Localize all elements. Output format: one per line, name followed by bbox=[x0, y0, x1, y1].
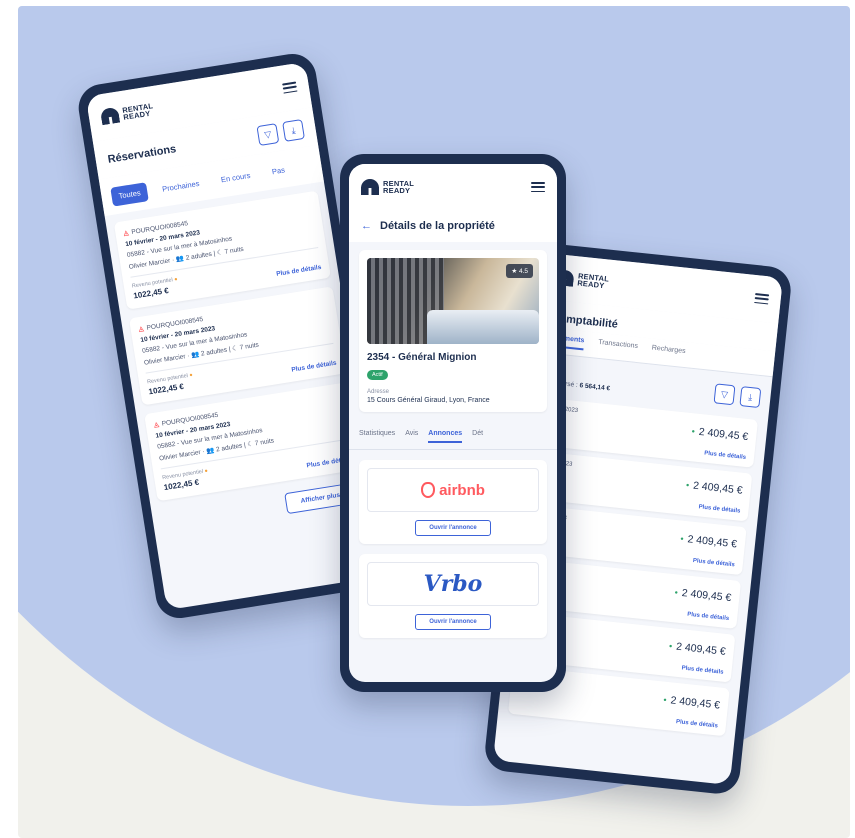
details-link[interactable]: Plus de détails bbox=[291, 360, 337, 374]
info-dot-icon: ● bbox=[173, 276, 179, 283]
tab-transactions[interactable]: Transactions bbox=[597, 339, 638, 356]
app-header: RENTAL READY bbox=[349, 164, 557, 210]
logo-line2: READY bbox=[576, 278, 605, 291]
back-arrow-icon[interactable]: ← bbox=[361, 220, 372, 232]
download-icon[interactable]: ⤓ bbox=[282, 119, 305, 142]
guests-icon: 👥 bbox=[175, 255, 185, 264]
total-paid-value: 6 564,14 € bbox=[579, 382, 611, 393]
filter-icon[interactable]: ▽ bbox=[713, 383, 736, 406]
open-listing-button[interactable]: Ouvrir l'annonce bbox=[415, 520, 491, 536]
listing-card-airbnb: airbnb Ouvrir l'annonce bbox=[359, 460, 547, 544]
details-link[interactable]: Plus de détails bbox=[698, 504, 740, 514]
nights-count: 7 nuits bbox=[239, 341, 260, 352]
airbnb-icon: ◬ bbox=[123, 229, 130, 238]
moon-icon: ☾ bbox=[231, 344, 239, 353]
details-link[interactable]: Plus de détails bbox=[687, 612, 729, 622]
tab-ongoing[interactable]: En cours bbox=[213, 165, 259, 191]
logo-line2: READY bbox=[383, 186, 411, 195]
phone-property: RENTAL READY ← Détails de la propriété ★ … bbox=[340, 154, 566, 692]
moon-icon: ☾ bbox=[216, 249, 224, 257]
menu-icon[interactable] bbox=[531, 182, 545, 192]
airbnb-icon bbox=[421, 482, 436, 498]
guest-name: Olivier Marcier bbox=[143, 353, 187, 367]
brand-logo[interactable]: RENTAL READY bbox=[100, 100, 160, 125]
logo-mark-icon bbox=[100, 107, 120, 126]
property-heading-row: ← Détails de la propriété bbox=[349, 210, 557, 242]
tab-past[interactable]: Pas bbox=[264, 159, 294, 182]
vrbo-logo: Vrbo bbox=[423, 571, 483, 597]
property-name: 2354 - Général Mignion bbox=[367, 352, 477, 363]
details-link[interactable]: Plus de détails bbox=[704, 451, 746, 461]
brand-logo[interactable]: RENTAL READY bbox=[361, 179, 419, 195]
adults-count: 2 adultes bbox=[215, 442, 243, 454]
guest-name: Olivier Marcier bbox=[128, 257, 171, 271]
adults-count: 2 adultes bbox=[185, 250, 213, 262]
tab-all[interactable]: Toutes bbox=[110, 182, 149, 207]
airbnb-icon: ◬ bbox=[138, 325, 145, 334]
filter-icon[interactable]: ▽ bbox=[256, 123, 280, 146]
details-link[interactable]: Plus de détails bbox=[676, 719, 718, 729]
details-link[interactable]: Plus de détails bbox=[693, 558, 735, 568]
details-link[interactable]: Plus de détails bbox=[681, 665, 723, 675]
menu-icon[interactable] bbox=[282, 81, 298, 94]
reservation-list: ◬ POURQUOI008545 10 février - 20 mars 202… bbox=[105, 181, 375, 535]
address-value: 15 Cours Général Giraud, Lyon, France bbox=[367, 397, 490, 404]
rating-badge: ★ 4.5 bbox=[506, 264, 533, 278]
page-title: Réservations bbox=[106, 143, 178, 166]
tab-statistics[interactable]: Statistiques bbox=[359, 430, 395, 443]
guests-icon: 👥 bbox=[205, 446, 215, 456]
address-label: Adresse bbox=[367, 389, 390, 395]
property-screen: RENTAL READY ← Détails de la propriété ★ … bbox=[349, 164, 557, 682]
moon-icon: ☾ bbox=[246, 440, 254, 449]
listing-card-vrbo: Vrbo Ouvrir l'annonce bbox=[359, 554, 547, 638]
logo-mark-icon bbox=[361, 179, 379, 195]
details-link[interactable]: Plus de détails bbox=[276, 264, 322, 278]
open-listing-button[interactable]: Ouvrir l'annonce bbox=[415, 614, 491, 630]
download-icon[interactable]: ⤓ bbox=[739, 386, 762, 409]
nights-count: 7 nuits bbox=[224, 245, 245, 256]
nights-count: 7 nuits bbox=[254, 437, 275, 448]
marketing-canvas: RENTAL READY Réservations ▽ ⤓ Toutes Proc… bbox=[18, 6, 850, 838]
guests-icon: 👥 bbox=[190, 351, 200, 360]
info-dot-icon: ● bbox=[188, 372, 194, 379]
tab-details[interactable]: Dét bbox=[472, 430, 483, 443]
airbnb-logo: airbnb bbox=[421, 482, 485, 499]
star-icon: ★ bbox=[511, 268, 518, 275]
tab-recharges[interactable]: Recharges bbox=[651, 345, 685, 361]
airbnb-icon: ◬ bbox=[153, 421, 160, 429]
info-dot-icon: ● bbox=[204, 468, 209, 475]
page-title: Détails de la propriété bbox=[380, 220, 495, 232]
adults-count: 2 adultes bbox=[200, 346, 228, 358]
tab-listings[interactable]: Annonces bbox=[428, 430, 463, 443]
status-badge: Actif bbox=[367, 370, 388, 380]
guest-name: Olivier Marcier bbox=[158, 449, 202, 463]
tab-upcoming[interactable]: Prochaines bbox=[154, 173, 208, 200]
tab-reviews[interactable]: Avis bbox=[405, 430, 418, 443]
menu-icon[interactable] bbox=[754, 293, 770, 305]
property-tabs: Statistiques Avis Annonces Dét bbox=[349, 420, 557, 450]
property-card: ★ 4.5 2354 - Général Mignion Actif Adres… bbox=[359, 250, 547, 412]
property-photo: ★ 4.5 bbox=[367, 258, 539, 344]
